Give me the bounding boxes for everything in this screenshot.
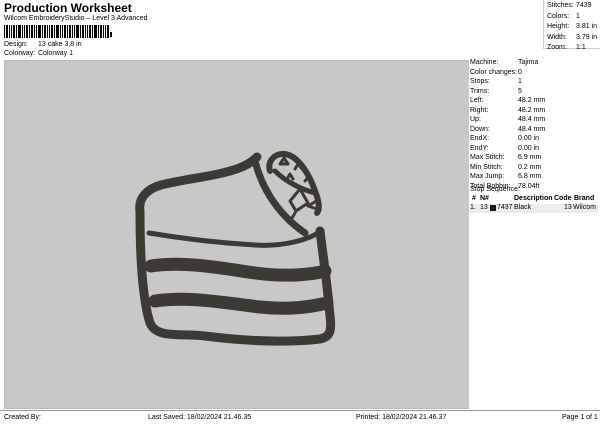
info-value: 48.4 mm <box>518 125 546 133</box>
colorway-label: Colorway: <box>4 50 36 57</box>
left-row: Left: 48.2 mm <box>470 97 598 107</box>
machine-row: Machine: Tajima <box>470 59 598 69</box>
info-value: 48.4 mm <box>518 116 546 123</box>
info-value: 6.8 mm <box>518 173 542 180</box>
row-n: 13 <box>480 204 488 211</box>
stat-value: 1:1 <box>576 44 586 51</box>
info-label: Machine: <box>470 59 499 66</box>
info-label: Min Stitch: <box>470 163 503 171</box>
stat-stitches: Stitches: 7439 <box>544 2 598 13</box>
info-value: 6.9 mm <box>518 154 542 161</box>
info-label: Stops: <box>470 78 490 85</box>
info-label: EndY: <box>470 144 489 152</box>
stat-zoom: Zoom: 1:1 <box>544 44 598 55</box>
down-row: Down: 48.4 mm <box>470 126 598 136</box>
info-label: Right: <box>470 106 489 114</box>
stat-value: 3.81 in <box>576 23 598 30</box>
info-value: 0.00 in <box>518 135 540 142</box>
info-value: 78.04ft <box>518 182 540 190</box>
row-brand: Wilcom <box>573 204 596 211</box>
info-value: 5 <box>518 87 522 95</box>
stops-row: Stops: 1 <box>470 78 598 88</box>
stat-width: Width: 3.79 in <box>544 34 598 45</box>
info-value: 1 <box>518 78 522 85</box>
stat-label: Height: <box>547 23 570 30</box>
info-value: 0 <box>518 68 522 76</box>
up-row: Up: 48.4 mm <box>470 116 598 126</box>
stat-colors: Colors: 1 <box>544 13 598 24</box>
right-row: Right: 48.2 mm <box>470 107 598 117</box>
info-value: 0.2 mm <box>518 163 542 171</box>
design-value: 13 cake 3,8 in <box>38 41 82 48</box>
stat-label: Zoom: <box>547 44 567 51</box>
header-brand: Brand <box>574 195 595 202</box>
header-n: N# <box>480 195 489 202</box>
stop-sequence-title: Stop Sequence: <box>470 186 520 193</box>
stat-label: Stitches: <box>547 2 574 9</box>
colorway-value: Colorway 1 <box>38 50 74 57</box>
design-label: Design: <box>4 41 28 48</box>
barcode <box>4 25 112 38</box>
info-label: Trims: <box>470 87 490 95</box>
cake-embroidery-image <box>135 150 336 346</box>
footer: Created By: Last Saved: 18/02/2024 21.46… <box>0 410 600 425</box>
header-description: Description <box>514 195 553 202</box>
info-label: Up: <box>470 116 481 123</box>
stat-value: 1 <box>576 12 580 20</box>
machine-info: Machine: Tajima Color changes: 0 Stops: 1 T… <box>470 59 598 192</box>
row-description: Black <box>514 204 532 211</box>
printed-date: Printed: 18/02/2024 21.46.37 <box>356 414 447 421</box>
stat-label: Width: <box>547 33 567 41</box>
row-stitches: 7437 <box>497 204 513 211</box>
trims-row: Trims: 5 <box>470 88 598 98</box>
color-changes-row: Color changes: 0 <box>470 69 598 79</box>
max-stitch-row: Max Stitch: 6.9 mm <box>470 154 598 164</box>
table-row[interactable]: 1. 13 7437 Black 13 Wilcom <box>470 204 598 213</box>
table-header: # N# Description Code Brand <box>470 195 598 204</box>
color-swatch-icon <box>490 205 496 211</box>
info-label: Color changes: <box>470 68 518 76</box>
created-by: Created By: <box>4 414 41 421</box>
endx-row: EndX: 0.00 in <box>470 135 598 145</box>
header-num: # <box>472 195 476 202</box>
endy-row: EndY: 0.00 in <box>470 145 598 155</box>
header-code: Code <box>554 195 572 202</box>
row-code: 13 <box>564 204 572 211</box>
last-saved: Last Saved: 18/02/2024 21.46.35 <box>148 414 252 421</box>
design-canvas <box>4 60 469 409</box>
stat-height: Height: 3.81 in <box>544 23 598 34</box>
info-value: 48.2 mm <box>518 97 546 104</box>
stat-value: 7439 <box>576 2 592 9</box>
stop-sequence-table: # N# Description Code Brand 1. 13 7437 B… <box>470 195 598 213</box>
max-jump-row: Max Jump: 6.8 mm <box>470 173 598 183</box>
info-value: 48.2 mm <box>518 106 546 114</box>
info-label: Down: <box>470 125 490 133</box>
info-label: Left: <box>470 97 484 104</box>
page-number: Page 1 of 1 <box>562 414 598 421</box>
row-num: 1. <box>470 204 476 211</box>
min-stitch-row: Min Stitch: 0.2 mm <box>470 164 598 174</box>
info-label: Max Stitch: <box>470 154 505 161</box>
top-stats: Stitches: 7439 Colors: 1 Height: 3.81 in Wi… <box>544 2 598 55</box>
stat-label: Colors: <box>547 12 570 20</box>
stat-value: 3.79 in <box>576 33 598 41</box>
software-subtitle: Wilcom EmbroideryStudio – Level 3 Advanc… <box>4 15 148 22</box>
info-value: 0.00 in <box>518 144 540 152</box>
info-label: EndX: <box>470 135 490 142</box>
info-label: Max Jump: <box>470 173 505 180</box>
page-title: Production Worksheet <box>4 1 132 15</box>
info-value: Tajima <box>518 59 539 66</box>
